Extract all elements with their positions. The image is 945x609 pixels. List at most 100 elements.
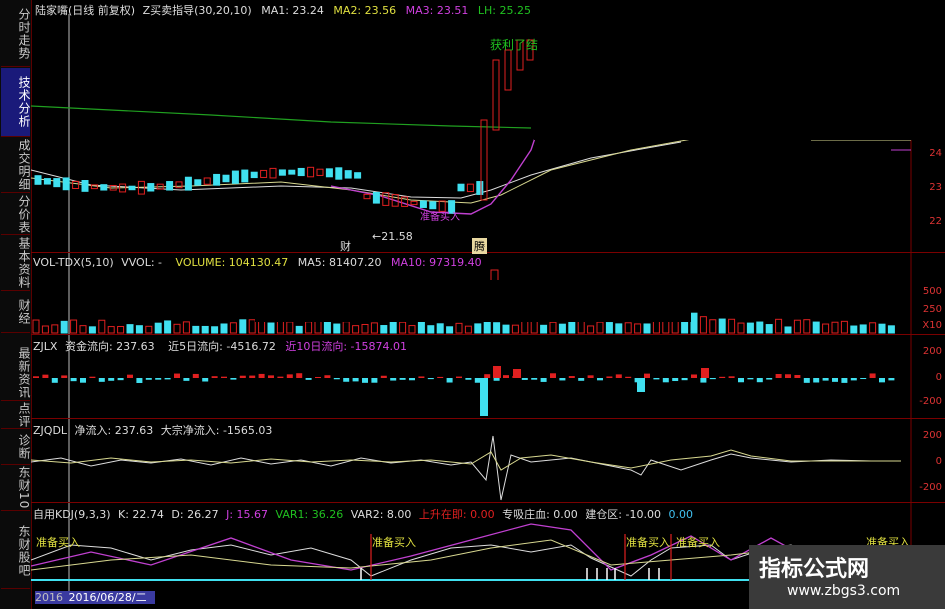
volume-bar [878, 323, 886, 334]
volume-bar [869, 322, 877, 334]
zjlx-axis-neg200: -200 [919, 396, 942, 407]
kdj-header: 自用KDJ(9,3,3) K: 22.74 D: 26.27 J: 15.67 … [33, 506, 693, 522]
volume-bar [765, 324, 773, 334]
zjlx-bar [700, 378, 707, 383]
volume-bar [408, 325, 416, 334]
volume-bar [154, 322, 162, 334]
volume-bar [314, 320, 322, 334]
volume-bar [756, 321, 764, 334]
price-candle [62, 177, 70, 191]
volume-bar [474, 323, 482, 334]
zjlx-bar [653, 378, 660, 380]
zjlx-bar [362, 378, 368, 383]
zjlx-bar [493, 366, 501, 378]
zjlx-bar [108, 378, 115, 381]
zjlx-bar [587, 375, 594, 378]
zjlx-bar [637, 378, 645, 392]
volume-bar [643, 323, 651, 334]
price-candle [184, 176, 192, 191]
volume-bar [596, 321, 604, 334]
volume-bar [286, 321, 294, 334]
volume-bar [211, 326, 219, 334]
zjlx-bar [61, 375, 68, 378]
price-candle [492, 59, 500, 131]
zjlx-bar [89, 376, 96, 378]
tab-finance[interactable]: 财经 [1, 292, 31, 333]
price-candle [222, 174, 230, 183]
kdj-k: K: 22.74 [118, 508, 164, 521]
tab-basic-info[interactable]: 基本资料 [1, 236, 31, 291]
zjlx-bar [192, 373, 199, 378]
price-candle [166, 181, 174, 191]
zjlx-bar [343, 378, 350, 382]
price-candle [128, 185, 136, 191]
volume-bar [295, 325, 303, 334]
tab-technical-analysis[interactable]: 技术分析 [1, 68, 31, 137]
volume-bar [107, 326, 115, 334]
zjlx-bar [315, 376, 321, 378]
price-candle [382, 192, 390, 206]
volume-bar [220, 323, 228, 334]
tab-dongcai10[interactable]: 东财10 [1, 466, 31, 511]
volume-bar [333, 323, 341, 334]
volume-bar [587, 325, 595, 334]
volume-bar [605, 322, 613, 334]
kdj-name: 自用KDJ(9,3,3) [33, 508, 111, 521]
price-candle [335, 167, 343, 180]
watermark-url: www.zbgs3.com [787, 583, 901, 599]
kdj-build: 建仓区: -10.00 [585, 508, 661, 521]
zjlx-bar [794, 374, 801, 378]
volume-bar [784, 326, 792, 334]
zjlx-bar [42, 374, 49, 378]
volume-bar [887, 325, 895, 334]
zjlx-bar [80, 378, 86, 383]
tab-latest-news[interactable]: 最新资讯 [1, 346, 31, 401]
zjlx-axis-200: 200 [922, 346, 942, 357]
zjqdl-axis-200: 200 [922, 430, 942, 441]
volume-bar [51, 324, 59, 334]
kdj-buy-label-3: 准备买入 [626, 536, 670, 549]
price-candle [344, 170, 352, 179]
zjlx-bar [681, 378, 688, 381]
price-candle [241, 169, 249, 183]
zjlx-bar [709, 378, 716, 380]
price-candle [316, 168, 324, 176]
volume-bar [793, 319, 801, 334]
zjlx-bar [559, 378, 566, 381]
volume-bar [361, 323, 369, 334]
price-candle [260, 169, 268, 178]
vol-header: VOL-TDX(5,10) VVOL: - VOLUME: 104130.47 … [33, 256, 482, 269]
tab-dongcai-forum[interactable]: 东财股吧 [1, 514, 31, 589]
volume-bar [389, 320, 397, 334]
zjlx-bar [324, 375, 331, 378]
zjlx-bar [672, 378, 679, 382]
zjlx-bar [456, 376, 462, 378]
marker-teng: 腾 [472, 238, 487, 254]
volume-bar [135, 325, 143, 334]
tab-time-trend[interactable]: 分时走势 [1, 2, 31, 67]
tab-diagnosis[interactable]: 诊断 [1, 430, 31, 465]
price-candle [203, 177, 211, 185]
price-candle [363, 193, 371, 200]
volume-bar [728, 318, 736, 334]
volume-bar [699, 316, 707, 334]
zjlx-flow10: 近10日流向: -15874.01 [285, 340, 407, 353]
volume-bar [493, 322, 501, 334]
volume-bar [239, 319, 247, 334]
volume-bar [464, 325, 472, 334]
price-candle [81, 180, 89, 192]
zjlx-bar [380, 375, 387, 378]
tab-price-table[interactable]: 分价表 [1, 194, 31, 235]
price-candle [269, 167, 277, 179]
tab-comments[interactable]: 点评 [1, 402, 31, 429]
volume-bar [634, 323, 642, 334]
volume-bar [530, 320, 538, 334]
kdj-extra: 0.00 [668, 508, 693, 521]
volume-bar [822, 323, 830, 334]
zjlx-bar [230, 378, 237, 380]
zjlx-bar [221, 376, 227, 378]
kdj-j: J: 15.67 [226, 508, 269, 521]
tab-trade-details[interactable]: 成交明细 [1, 138, 31, 193]
zjlx-bar [202, 378, 209, 382]
price-candle [278, 169, 286, 176]
